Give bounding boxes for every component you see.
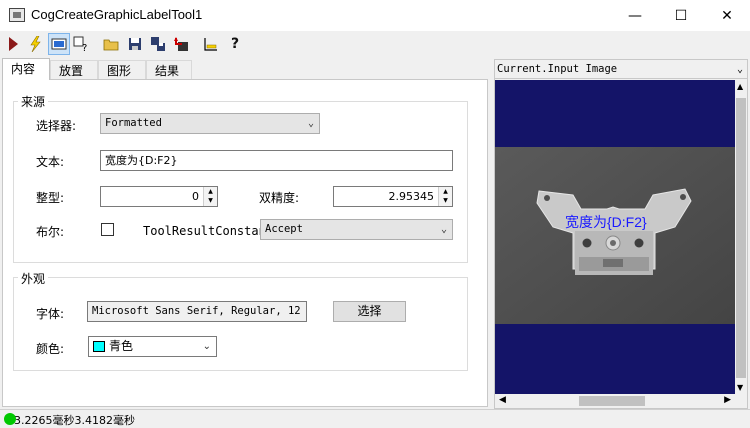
- open-icon[interactable]: [100, 33, 122, 55]
- close-button[interactable]: ✕: [704, 0, 750, 31]
- font-display: Microsoft Sans Serif, Regular, 12: [87, 301, 307, 322]
- scroll-up-icon[interactable]: ▲: [737, 82, 743, 91]
- image-header-label: Current.Input Image: [497, 63, 618, 75]
- chevron-down-icon: ⌄: [440, 224, 447, 235]
- double-value: 2.95345: [388, 190, 435, 203]
- run-icon[interactable]: [2, 33, 24, 55]
- vertical-scrollbar[interactable]: ▲ ▼: [735, 80, 747, 394]
- font-label: 字体:: [36, 307, 65, 321]
- electric-icon[interactable]: [24, 33, 46, 55]
- horizontal-scrollbar[interactable]: ◀ ▶: [495, 394, 735, 408]
- toolbar: ? ?: [0, 31, 750, 57]
- horizontal-scroll-thumb[interactable]: [579, 396, 645, 406]
- save-icon[interactable]: [124, 33, 146, 55]
- text-input[interactable]: 宽度为{D:F2}: [100, 150, 453, 171]
- text-label: 文本:: [36, 155, 65, 169]
- scroll-down-icon[interactable]: ▼: [737, 383, 743, 392]
- integer-input[interactable]: 0 ▲ ▼: [100, 186, 218, 207]
- selector-label: 选择器:: [36, 119, 77, 133]
- double-spinner[interactable]: ▲ ▼: [438, 187, 452, 206]
- image-panel: Current.Input Image ⌄ 宽度为{D:F2} ▲ ▼ ◀ ▶: [494, 59, 748, 409]
- save-as-icon[interactable]: [147, 33, 169, 55]
- tab-panel: 来源 选择器: Formatted ⌄ 文本: 宽度为{D:F2} 整型: 0 …: [2, 79, 488, 407]
- color-combo[interactable]: 青色 ⌄: [88, 336, 217, 357]
- part-image: [495, 147, 735, 324]
- maximize-button[interactable]: ☐: [658, 0, 704, 31]
- title-bar: CogCreateGraphicLabelTool1 — ☐ ✕: [0, 0, 750, 31]
- selector-combo[interactable]: Formatted ⌄: [100, 113, 320, 134]
- status-bar: 3.2265毫秒3.4182毫秒: [0, 409, 750, 427]
- integer-value: 0: [192, 190, 199, 203]
- color-swatch: [93, 341, 105, 352]
- integer-label: 整型:: [36, 191, 65, 205]
- chevron-down-icon: ⌄: [202, 341, 211, 352]
- bool-label: 布尔:: [36, 225, 65, 239]
- color-label: 颜色:: [36, 342, 65, 356]
- image-header: Current.Input Image ⌄: [495, 60, 747, 79]
- double-label: 双精度:: [259, 191, 300, 205]
- app-icon: [9, 8, 25, 22]
- tab-content[interactable]: 内容: [2, 58, 50, 80]
- minimize-button[interactable]: —: [612, 0, 658, 31]
- vertical-scroll-thumb[interactable]: [736, 98, 746, 378]
- tab-graphic[interactable]: 图形: [98, 60, 146, 80]
- scroll-left-icon[interactable]: ◀: [499, 395, 506, 405]
- svg-text:?: ?: [82, 43, 87, 52]
- status-text: 3.2265毫秒3.4182毫秒: [14, 414, 135, 427]
- trc-combo[interactable]: Accept ⌄: [260, 219, 453, 240]
- choose-font-button[interactable]: 选择: [333, 301, 406, 322]
- scroll-right-icon[interactable]: ▶: [724, 395, 731, 405]
- trc-value: Accept: [265, 223, 303, 235]
- double-input[interactable]: 2.95345 ▲ ▼: [333, 186, 453, 207]
- appearance-legend: 外观: [18, 270, 49, 287]
- chevron-down-icon: ⌄: [307, 118, 314, 129]
- appearance-group: [13, 277, 468, 371]
- show-image-icon[interactable]: [48, 33, 70, 55]
- bool-checkbox[interactable]: [101, 223, 114, 236]
- tab-results[interactable]: 结果: [146, 60, 192, 80]
- selector-value: Formatted: [105, 117, 162, 129]
- image-display[interactable]: 宽度为{D:F2}: [495, 80, 735, 394]
- help-context-icon[interactable]: ?: [70, 33, 92, 55]
- integer-spinner[interactable]: ▲ ▼: [203, 187, 217, 206]
- help-icon[interactable]: ?: [224, 33, 246, 55]
- tab-placement[interactable]: 放置: [50, 60, 98, 80]
- chevron-down-icon[interactable]: ⌄: [737, 60, 743, 79]
- overlay-label: 宽度为{D:F2}: [565, 214, 647, 230]
- window-title: CogCreateGraphicLabelTool1: [31, 7, 203, 22]
- reset-icon[interactable]: [170, 33, 192, 55]
- measure-icon[interactable]: [200, 33, 222, 55]
- source-legend: 来源: [18, 93, 49, 110]
